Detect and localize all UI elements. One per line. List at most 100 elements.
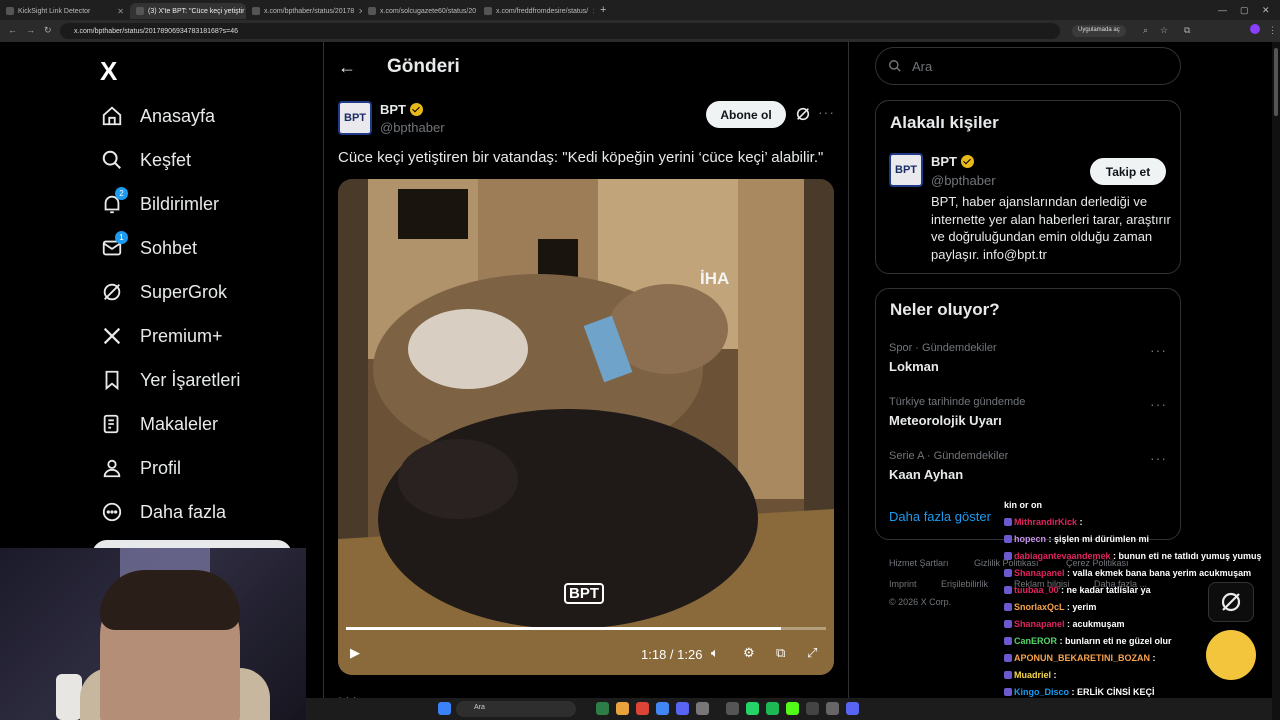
open-in-app-button[interactable]: Uygulamada aç <box>1072 25 1126 37</box>
window-minimize-icon[interactable]: — <box>1218 5 1227 15</box>
sidebar-item-chat[interactable]: 1 Sohbet <box>100 231 198 263</box>
grok-icon[interactable] <box>795 106 811 122</box>
tab-close-icon[interactable]: ✕ <box>117 7 124 16</box>
chat-message: kin or on <box>1004 500 1280 517</box>
x-logo-icon <box>100 324 124 348</box>
chat-username: CanEROR <box>1014 636 1058 646</box>
chrome-icon[interactable] <box>636 702 649 715</box>
taskbar-search[interactable]: Ara <box>456 701 576 717</box>
tab-label: (3) X'te BPT: "Cüce keçi yetiştir <box>148 7 245 15</box>
sidebar-item-profile[interactable]: Profil <box>100 453 181 483</box>
profile-avatar[interactable] <box>1250 24 1260 34</box>
chat-badge-icon <box>1004 535 1012 543</box>
sidebar-item-home[interactable]: Anasayfa <box>100 101 215 131</box>
zoom-icon[interactable]: ⌕ <box>1143 25 1148 36</box>
home-icon <box>100 104 124 128</box>
taskbar-app-icon[interactable] <box>596 702 609 715</box>
address-row: ← → ↻ x.com/bpthaber/status/201789069347… <box>0 20 1280 42</box>
play-icon[interactable]: ▶ <box>350 645 360 661</box>
whatsapp-icon[interactable] <box>746 702 759 715</box>
scrollbar-thumb[interactable] <box>1274 48 1278 116</box>
related-name[interactable]: BPT <box>931 154 974 169</box>
discord-icon[interactable] <box>676 702 689 715</box>
trend-name[interactable]: Lokman <box>889 359 939 374</box>
sidebar-item-more[interactable]: Daha fazla <box>100 497 226 527</box>
grok-floating-button[interactable] <box>1208 582 1254 622</box>
footer-link[interactable]: Erişilebilirlik <box>941 579 988 589</box>
browser-tab-active[interactable]: (3) X'te BPT: "Cüce keçi yetiştir✕ <box>130 3 246 19</box>
tab-label: x.com/bpthaber/status/20178 <box>264 7 355 15</box>
sidebar-item-premium[interactable]: Premium+ <box>100 321 223 351</box>
forward-arrow-icon[interactable]: → <box>26 25 35 35</box>
video-player[interactable]: İHA BPT ▶ 1:18 / 1:26 🔈︎ ⚙ ⧉ ⤢ <box>338 179 834 675</box>
author-handle[interactable]: @bpthaber <box>380 120 445 135</box>
follow-button[interactable]: Takip et <box>1090 158 1166 185</box>
verified-badge-icon <box>961 155 974 168</box>
sidebar-item-explore[interactable]: Keşfet <box>100 145 191 175</box>
trend-name[interactable]: Kaan Ayhan <box>889 467 963 482</box>
trend-more-icon[interactable]: ··· <box>1150 450 1167 466</box>
trend-name[interactable]: Meteorolojik Uyarı <box>889 413 1002 428</box>
sidebar-item-articles[interactable]: Makaleler <box>100 409 218 439</box>
taskbar-app-icon[interactable] <box>656 702 669 715</box>
windows-start-icon[interactable] <box>438 702 451 715</box>
taskbar-app-icon[interactable] <box>806 702 819 715</box>
more-options-icon[interactable]: ··· <box>818 104 835 120</box>
taskbar-app-icon[interactable] <box>826 702 839 715</box>
trend-more-icon[interactable]: ··· <box>1150 396 1167 412</box>
sidebar-item-label: Yer İşaretleri <box>140 369 241 390</box>
browser-tab-bar: KickSight Link Detector ✕ (3) X'te BPT: "… <box>0 0 1280 20</box>
sidebar-item-supergrok[interactable]: SuperGrok <box>100 277 227 307</box>
x-logo[interactable]: X <box>100 56 117 87</box>
browser-tab[interactable]: x.com/freddfromdesire/status/✕ <box>478 3 594 19</box>
avatar[interactable]: BPT <box>338 101 372 135</box>
url-bar[interactable]: x.com/bpthaber/status/201789069347831816… <box>60 23 1060 39</box>
back-arrow-icon[interactable]: ← <box>8 25 17 35</box>
video-progress-bar[interactable] <box>346 627 826 630</box>
taskbar-app-icon[interactable] <box>846 702 859 715</box>
trend-category: Serie A · Gündemdekiler <box>889 450 1009 462</box>
subscribe-button[interactable]: Abone ol <box>706 101 786 128</box>
chat-badge-icon <box>1004 637 1012 645</box>
star-icon[interactable]: ☆ <box>1160 25 1168 36</box>
pip-icon[interactable]: ⧉ <box>776 645 785 661</box>
tab-close-icon[interactable]: ✕ <box>592 7 594 16</box>
show-more-link[interactable]: Daha fazla göster <box>889 509 991 524</box>
extensions-icon[interactable]: ⧉ <box>1184 25 1190 36</box>
author-name[interactable]: BPT <box>380 102 423 117</box>
trend-category: Türkiye tarihinde gündemde <box>889 396 1026 408</box>
tab-favicon-icon <box>484 7 492 15</box>
window-close-icon[interactable]: ✕ <box>1262 5 1270 16</box>
back-arrow-icon[interactable]: ← <box>338 57 356 78</box>
browser-tab[interactable]: x.com/bpthaber/status/20178 ✕ <box>246 3 362 19</box>
footer-link[interactable]: Hizmet Şartları <box>889 558 949 568</box>
mail-icon: 1 <box>100 231 128 260</box>
sidebar-item-label: Sohbet <box>140 237 198 258</box>
sidebar-item-label: Bildirimler <box>140 193 220 214</box>
taskbar-app-icon[interactable] <box>696 702 709 715</box>
volume-icon[interactable]: 🔈︎ <box>711 645 719 661</box>
webcam-overlay <box>0 548 306 720</box>
browser-tab[interactable]: x.com/solcugazete60/status/20✕ <box>362 3 478 19</box>
sidebar-item-bookmarks[interactable]: Yer İşaretleri <box>100 365 240 395</box>
settings-gear-icon[interactable]: ⚙ <box>743 645 755 661</box>
footer-link[interactable]: Imprint <box>889 579 917 589</box>
avatar[interactable]: BPT <box>889 153 923 187</box>
fullscreen-icon[interactable]: ⤢ <box>807 645 817 661</box>
window-maximize-icon[interactable]: ▢ <box>1240 5 1249 16</box>
related-handle[interactable]: @bpthaber <box>931 173 996 188</box>
sidebar-item-notifications[interactable]: 2 Bildirimler <box>100 187 220 219</box>
page-scrollbar[interactable] <box>1272 42 1280 720</box>
search-box[interactable]: Ara <box>875 47 1181 85</box>
folder-icon[interactable] <box>616 702 629 715</box>
trend-more-icon[interactable]: ··· <box>1150 342 1167 358</box>
kick-icon[interactable] <box>786 702 799 715</box>
taskbar-app-icon[interactable] <box>726 702 739 715</box>
spotify-icon[interactable] <box>766 702 779 715</box>
new-tab-icon[interactable]: + <box>600 4 606 16</box>
reload-icon[interactable]: ↻ <box>44 25 52 36</box>
message-badge: 1 <box>115 231 128 244</box>
browser-menu-icon[interactable]: ⋮ <box>1268 25 1277 36</box>
browser-tab[interactable]: KickSight Link Detector ✕ <box>0 3 130 19</box>
search-input[interactable]: Ara <box>912 59 932 74</box>
